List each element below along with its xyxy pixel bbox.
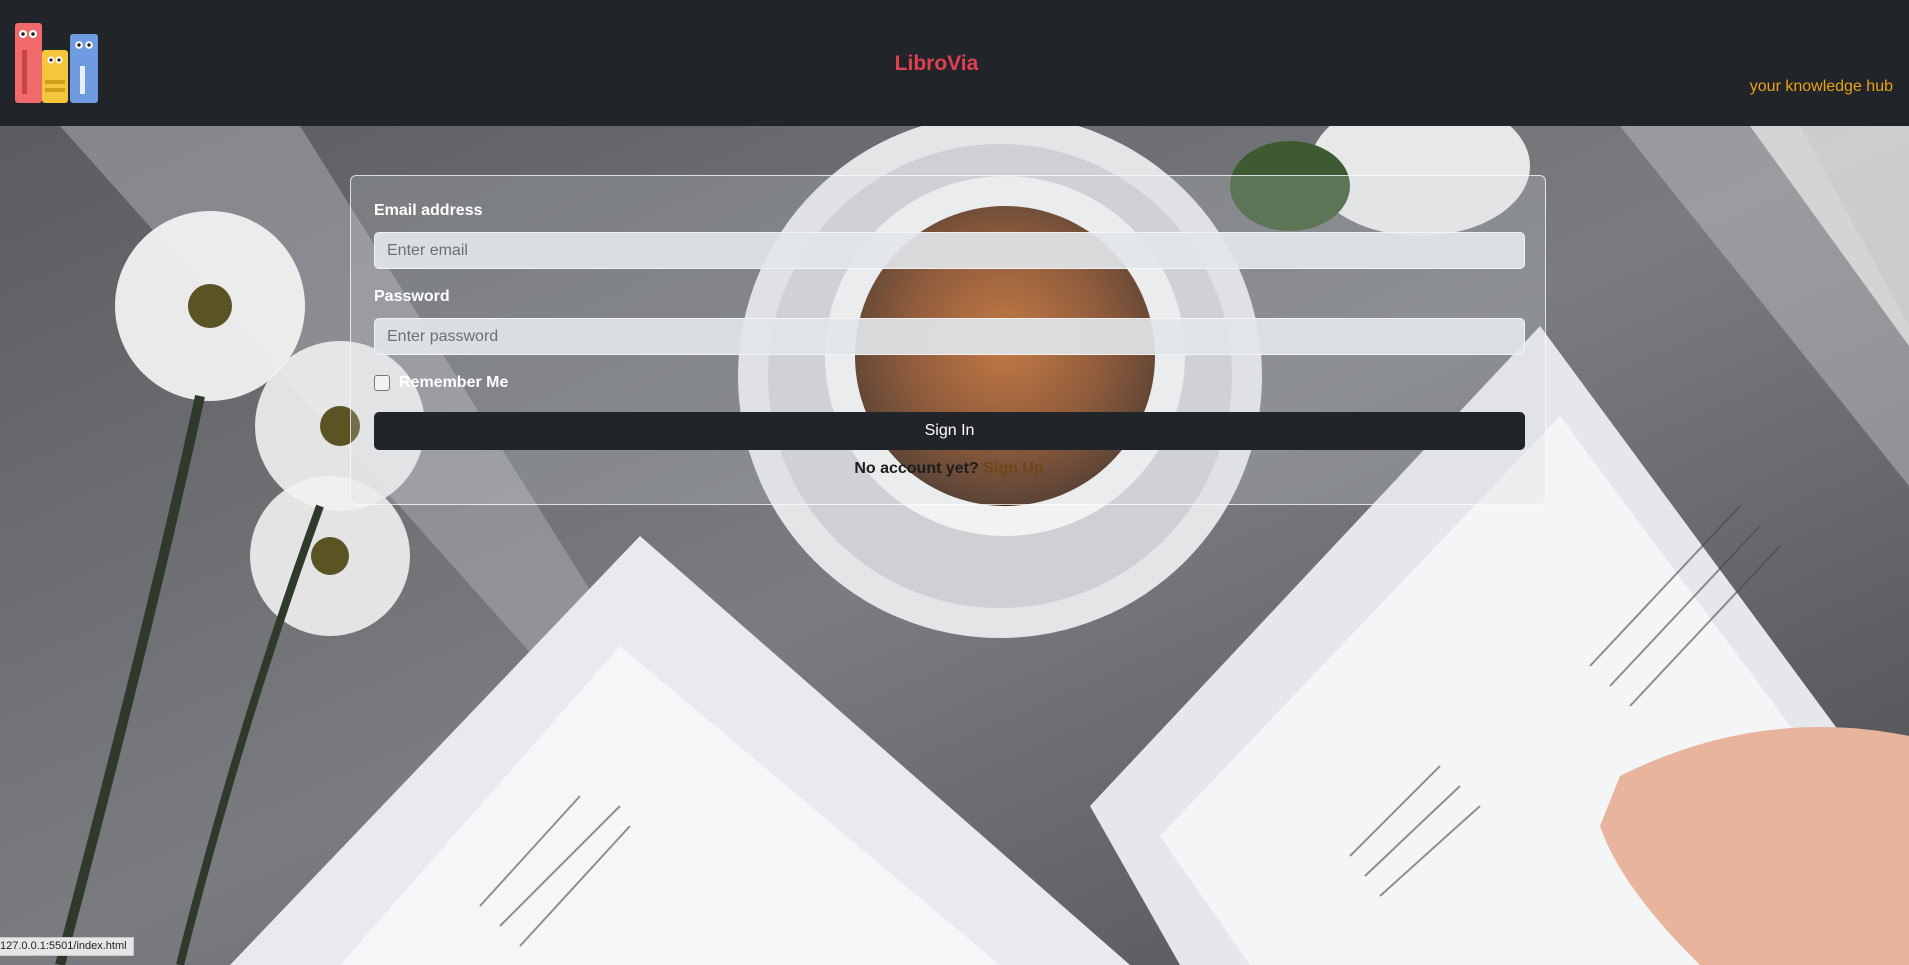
login-form: Email address Password Remember Me Sign … bbox=[350, 175, 1546, 505]
sign-up-link[interactable]: Sign Up bbox=[983, 460, 1043, 477]
email-input[interactable] bbox=[374, 232, 1525, 269]
header: LibroVia your knowledge hub bbox=[0, 0, 1909, 126]
password-label: Password bbox=[374, 288, 450, 305]
remember-me-checkbox[interactable] bbox=[374, 375, 390, 391]
signup-prompt: No account yet? Sign Up bbox=[351, 460, 1547, 478]
sign-in-button[interactable]: Sign In bbox=[374, 412, 1525, 450]
remember-me: Remember Me bbox=[374, 374, 508, 392]
browser-status-url: 127.0.0.1:5501/index.html bbox=[0, 937, 134, 956]
page: LibroVia your knowledge hub Email addres… bbox=[0, 0, 1909, 965]
brand-tagline: your knowledge hub bbox=[1749, 78, 1893, 95]
no-account-text: No account yet? bbox=[854, 460, 979, 477]
remember-me-label[interactable]: Remember Me bbox=[399, 374, 508, 392]
email-label: Email address bbox=[374, 202, 483, 219]
brand-title: LibroVia bbox=[894, 52, 979, 75]
password-input[interactable] bbox=[374, 318, 1525, 355]
